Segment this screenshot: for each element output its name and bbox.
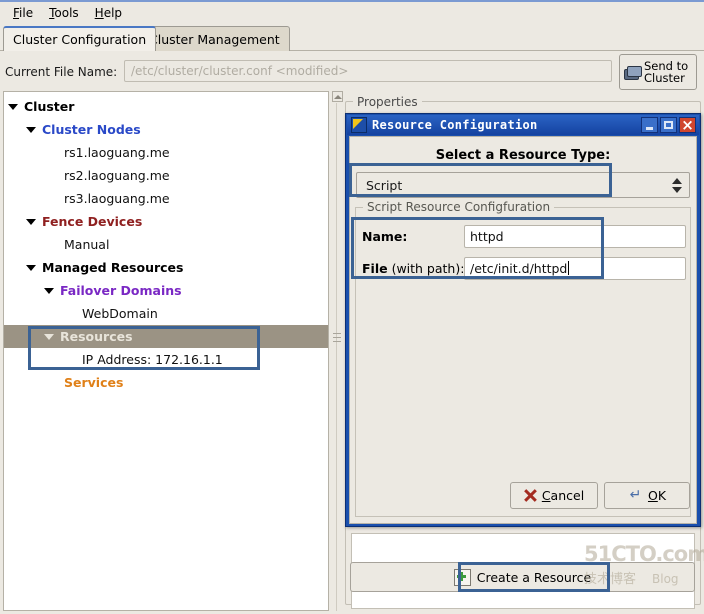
resource-type-select[interactable]: Script (356, 172, 690, 198)
splitter-grip-icon[interactable] (333, 333, 341, 347)
tree-item-label: Services (64, 375, 124, 390)
maximize-icon[interactable] (660, 117, 677, 133)
application-icon (351, 117, 367, 133)
splitter-collapse-icon[interactable] (332, 91, 343, 102)
tree-item-failover-domains[interactable]: Failover Domains (4, 279, 328, 302)
tree-item-rs3-laoguang-me[interactable]: rs3.laoguang.me (4, 187, 328, 210)
splitter-line (336, 103, 337, 611)
tree-item-label: Failover Domains (60, 283, 182, 298)
tab-cluster-configuration[interactable]: Cluster Configuration (3, 26, 157, 51)
tree-item-label: rs2.laoguang.me (64, 168, 170, 183)
properties-legend: Properties (353, 95, 422, 109)
tree-item-webdomain[interactable]: WebDomain (4, 302, 328, 325)
cluster-disk-icon (624, 65, 642, 80)
send-to-cluster-label: Send to Cluster (644, 58, 689, 85)
tree-item-label: Resources (60, 329, 133, 344)
menu-bar: File Tools Help (0, 2, 704, 24)
script-resource-group: Script Resource Configfuration Name: htt… (355, 200, 691, 517)
name-field-row: Name: httpd (356, 224, 690, 248)
tree-item-label: Cluster Nodes (42, 122, 141, 137)
tab-cluster-management[interactable]: Cluster Management (139, 26, 290, 51)
tree-item-label: rs1.laoguang.me (64, 145, 170, 160)
dialog-window-buttons (641, 117, 696, 133)
tree-item-cluster[interactable]: Cluster (4, 95, 328, 118)
tree-item-manual[interactable]: Manual (4, 233, 328, 256)
chevron-down-icon[interactable] (26, 124, 37, 135)
select-resource-type-heading: Select a Resource Type: (435, 148, 611, 163)
minimize-icon[interactable] (641, 117, 658, 133)
chevron-down-icon[interactable] (44, 331, 55, 342)
menu-help-mnemonic: H (94, 6, 104, 20)
current-file-row: Current File Name: /etc/cluster/cluster.… (0, 52, 704, 90)
cancel-button[interactable]: Cancel (510, 482, 598, 509)
tree-item-label: rs3.laoguang.me (64, 191, 170, 206)
pane-splitter[interactable] (331, 91, 345, 611)
ok-label: OK (647, 488, 667, 503)
menu-item-help[interactable]: Help (88, 4, 131, 22)
file-input-value: /etc/init.d/httpd (470, 260, 568, 276)
send-to-cluster-button[interactable]: Send to Cluster (619, 54, 697, 90)
dialog-title-text: Resource Configuration (372, 118, 538, 132)
current-file-input[interactable]: /etc/cluster/cluster.conf <modified> (124, 60, 612, 82)
close-icon[interactable] (679, 117, 696, 133)
create-a-resource-label: Create a Resource (476, 569, 592, 585)
tree-item-fence-devices[interactable]: Fence Devices (4, 210, 328, 233)
tree-item-label: Cluster (24, 99, 75, 114)
file-input[interactable]: /etc/init.d/httpd (464, 256, 686, 280)
menu-item-tools[interactable]: Tools (42, 4, 88, 22)
dialog-body: Select a Resource Type: Script Script Re… (349, 136, 697, 524)
tree-item-rs2-laoguang-me[interactable]: rs2.laoguang.me (4, 164, 328, 187)
ok-enter-icon: ↵ (629, 487, 642, 503)
menu-file-rest: ile (19, 6, 34, 20)
chevron-down-icon[interactable] (26, 216, 37, 227)
ok-button[interactable]: ↵ OK (604, 482, 690, 509)
chevron-down-icon[interactable] (26, 262, 37, 273)
cancel-label: Cancel (541, 488, 585, 503)
text-caret (568, 261, 570, 275)
cluster-tree-panel[interactable]: Cluster Cluster Nodes rs1.laoguang.me rs2.l… (3, 91, 329, 611)
spinner-arrows-icon[interactable] (672, 177, 682, 194)
tree-item-label: WebDomain (82, 306, 158, 321)
cancel-x-icon (524, 489, 537, 502)
name-input[interactable]: httpd (464, 224, 686, 248)
resource-configuration-dialog: Resource Configuration Select a Resource… (345, 113, 701, 527)
create-a-resource-button[interactable]: Create a Resource (350, 562, 695, 592)
file-field-label: File (with path): (362, 260, 465, 276)
tree-item-label: Fence Devices (42, 214, 143, 229)
tree-item-ip-address-172-16-1-1[interactable]: IP Address: 172.16.1.1 (4, 348, 328, 371)
current-file-label: Current File Name: (5, 65, 118, 79)
tree-item-label: Managed Resources (42, 260, 184, 275)
tree-item-cluster-nodes[interactable]: Cluster Nodes (4, 118, 328, 141)
tree-item-services[interactable]: Services (4, 371, 328, 394)
chevron-down-icon[interactable] (8, 101, 19, 112)
chevron-down-icon[interactable] (44, 285, 55, 296)
tree-item-label: Manual (64, 237, 110, 252)
tree-item-rs1-laoguang-me[interactable]: rs1.laoguang.me (4, 141, 328, 164)
plus-icon (453, 568, 471, 586)
dialog-title-bar[interactable]: Resource Configuration (347, 115, 699, 135)
script-resource-group-legend: Script Resource Configfuration (363, 200, 555, 214)
tab-strip: Cluster Configuration Cluster Management (0, 26, 704, 52)
resource-type-value: Script (366, 177, 403, 193)
name-field-label: Name: (362, 228, 408, 244)
file-field-row: File (with path): /etc/init.d/httpd (356, 256, 690, 280)
tree-item-resources[interactable]: Resources (4, 325, 328, 348)
tree-item-label: IP Address: 172.16.1.1 (82, 352, 223, 367)
menu-tools-rest: ools (54, 6, 79, 20)
menu-item-file[interactable]: File (6, 4, 42, 22)
tree-item-managed-resources[interactable]: Managed Resources (4, 256, 328, 279)
menu-help-rest: elp (103, 6, 123, 20)
